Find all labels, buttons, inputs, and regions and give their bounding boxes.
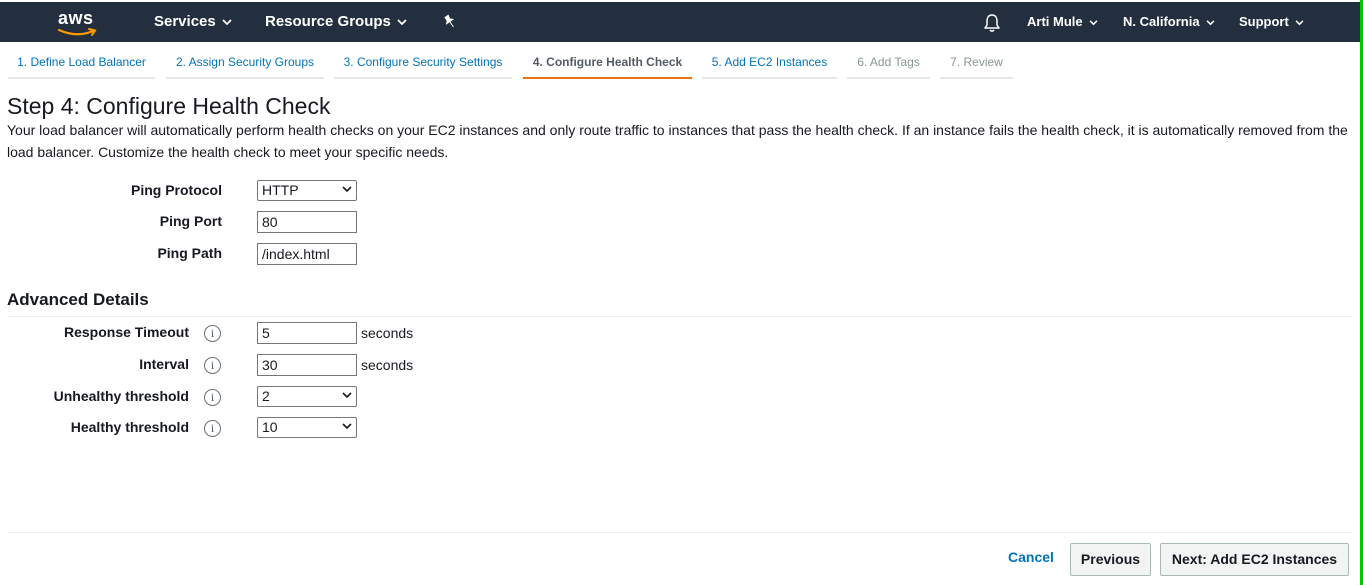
chevron-down-icon	[397, 18, 407, 25]
services-label: Services	[154, 13, 216, 30]
account-name: Arti Mule	[1027, 14, 1083, 29]
response-timeout-input[interactable]	[257, 322, 357, 344]
page-title: Step 4: Configure Health Check	[7, 93, 331, 119]
services-menu[interactable]: Services	[154, 2, 232, 42]
section-divider	[7, 316, 1352, 317]
tab-add-ec2-instances[interactable]: 5. Add EC2 Instances	[702, 48, 837, 79]
tab-assign-security-groups[interactable]: 2. Assign Security Groups	[166, 48, 324, 79]
tab-add-tags: 6. Add Tags	[847, 48, 930, 79]
interval-input[interactable]	[257, 354, 357, 376]
ping-path-label: Ping Path	[157, 245, 222, 261]
cancel-button[interactable]: Cancel	[1008, 549, 1054, 569]
response-timeout-unit: seconds	[361, 325, 414, 341]
healthy-threshold-label: Healthy threshold	[70, 419, 189, 435]
info-icon[interactable]: i	[204, 420, 221, 437]
account-menu[interactable]: Arti Mule	[1027, 2, 1098, 42]
footer-divider	[7, 532, 1352, 533]
wizard-steps: 1. Define Load Balancer 2. Assign Securi…	[0, 42, 1360, 80]
next-add-ec2-instances-button[interactable]: Next: Add EC2 Instances	[1160, 543, 1349, 576]
healthy-threshold-select[interactable]: 10	[257, 417, 357, 438]
info-icon[interactable]: i	[204, 389, 221, 406]
resource-groups-menu[interactable]: Resource Groups	[265, 2, 407, 42]
support-menu[interactable]: Support	[1239, 2, 1304, 42]
ping-protocol-select[interactable]: HTTP	[257, 180, 357, 201]
chevron-down-icon	[342, 423, 352, 430]
chevron-down-icon	[342, 392, 352, 399]
aws-smile-icon	[57, 28, 97, 36]
info-icon[interactable]: i	[204, 357, 221, 374]
tab-configure-health-check[interactable]: 4. Configure Health Check	[523, 48, 692, 79]
page-description: Your load balancer will automatically pe…	[7, 122, 1348, 160]
interval-label: Interval	[139, 356, 189, 372]
healthy-threshold-value: 10	[262, 419, 278, 435]
tab-define-load-balancer[interactable]: 1. Define Load Balancer	[8, 48, 155, 79]
chevron-down-icon	[342, 186, 352, 193]
top-navigation-bar: aws Services Resource Groups Arti Mule N…	[0, 2, 1360, 42]
resource-groups-label: Resource Groups	[265, 13, 391, 30]
unhealthy-threshold-select[interactable]: 2	[257, 386, 357, 407]
support-label: Support	[1239, 14, 1289, 29]
ping-path-input[interactable]	[257, 243, 357, 265]
aws-logo-text: aws	[58, 8, 94, 28]
region-name: N. California	[1123, 14, 1200, 29]
region-menu[interactable]: N. California	[1123, 2, 1215, 42]
chevron-down-icon	[1089, 19, 1098, 25]
advanced-details-heading: Advanced Details	[7, 290, 149, 309]
pin-icon[interactable]	[441, 13, 459, 31]
bell-icon[interactable]	[983, 13, 1001, 33]
response-timeout-label: Response Timeout	[64, 324, 189, 340]
ping-port-label: Ping Port	[159, 213, 222, 229]
tab-configure-security-settings[interactable]: 3. Configure Security Settings	[334, 48, 512, 79]
ping-protocol-value: HTTP	[262, 182, 299, 198]
unhealthy-threshold-value: 2	[262, 388, 270, 404]
chevron-down-icon	[1295, 19, 1304, 25]
previous-button[interactable]: Previous	[1070, 543, 1151, 576]
info-icon[interactable]: i	[204, 325, 221, 342]
chevron-down-icon	[1206, 19, 1215, 25]
ping-protocol-label: Ping Protocol	[131, 182, 222, 198]
unhealthy-threshold-label: Unhealthy threshold	[53, 388, 189, 404]
aws-logo[interactable]: aws	[57, 8, 101, 38]
interval-unit: seconds	[361, 357, 414, 373]
chevron-down-icon	[222, 18, 232, 25]
ping-port-input[interactable]	[257, 211, 357, 233]
tab-review: 7. Review	[940, 48, 1013, 79]
